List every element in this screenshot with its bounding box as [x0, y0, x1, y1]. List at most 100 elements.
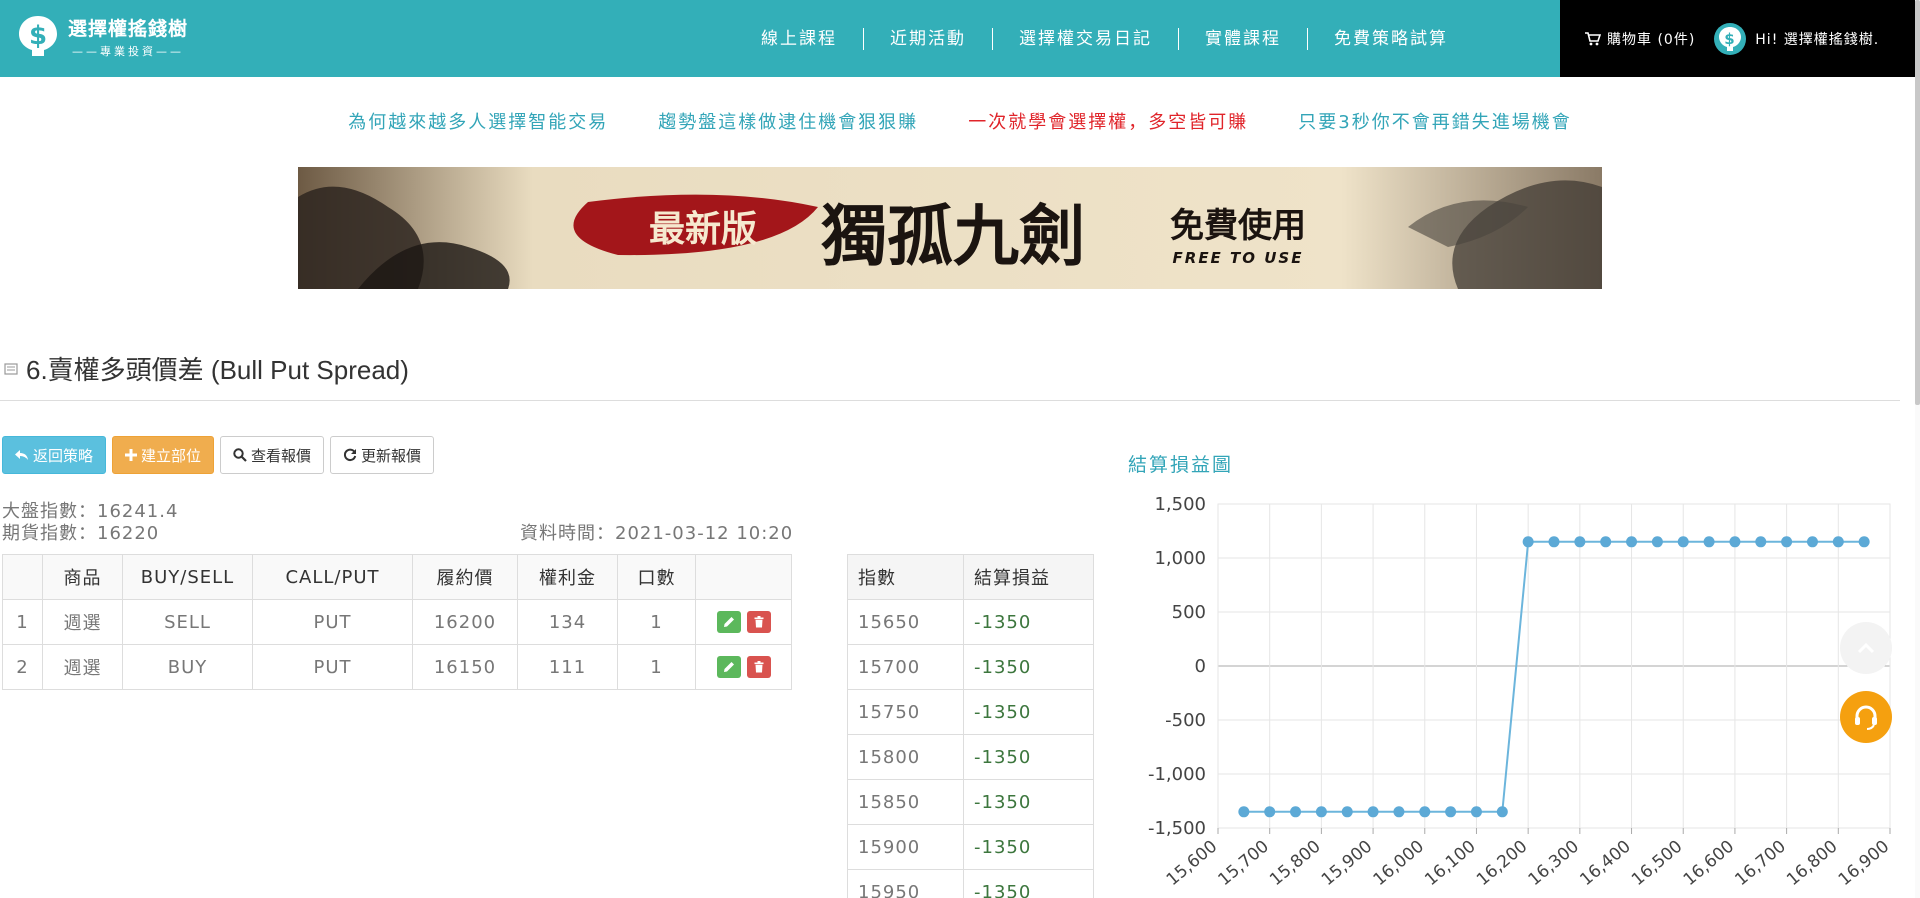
nav-trading-diary[interactable]: 選擇權交易日記	[993, 27, 1179, 50]
promo-banner[interactable]: 最新版 獨孤九劍 免費使用 FREE TO USE	[298, 167, 1602, 289]
customer-service-button[interactable]	[1840, 691, 1892, 743]
promo-link-2[interactable]: 趨勢盤這樣做逮住機會狠狠賺	[658, 108, 918, 134]
pl-data-point[interactable]	[1419, 806, 1431, 818]
delete-row-button[interactable]	[746, 611, 771, 633]
promo-link-4[interactable]: 只要3秒你不會再錯失進場機會	[1298, 108, 1571, 134]
create-position-button[interactable]: 建立部位	[112, 436, 215, 474]
row-index-level: 15650	[847, 599, 964, 645]
delete-row-button[interactable]	[746, 656, 771, 678]
chevron-up-icon	[1857, 642, 1875, 654]
col-strike: 履約價	[412, 554, 518, 600]
promo-link-1[interactable]: 為何越來越多人選擇智能交易	[348, 108, 608, 134]
back-to-top-button[interactable]	[1840, 622, 1892, 674]
row-index-level: 15850	[847, 779, 964, 825]
cart-link[interactable]: 購物車 (0件)	[1585, 29, 1695, 49]
banner-artwork: 最新版 獨孤九劍 免費使用 FREE TO USE	[298, 167, 1602, 289]
promo-link-3[interactable]: 一次就學會選擇權，多空皆可賺	[968, 108, 1248, 134]
col-premium: 權利金	[517, 554, 618, 600]
row-lots: 1	[617, 599, 696, 645]
row-lots: 1	[617, 644, 696, 690]
reply-icon	[15, 450, 28, 460]
document-icon	[4, 362, 18, 375]
pl-data-point[interactable]	[1315, 806, 1327, 818]
col-lots: 口數	[617, 554, 696, 600]
pl-data-point[interactable]	[1238, 806, 1250, 818]
y-tick-label: 1,500	[1154, 494, 1206, 515]
table-row: 2 週選 BUY PUT 16150 111 1	[2, 644, 792, 690]
edit-row-button[interactable]	[716, 656, 741, 678]
nav-online-courses[interactable]: 線上課程	[735, 27, 864, 50]
row-settlement-pl: -1350	[963, 734, 1094, 780]
nav-strategy-calculator[interactable]: 免費策略試算	[1308, 28, 1474, 50]
plus-icon	[125, 449, 138, 461]
view-quote-button[interactable]: 查看報價	[220, 436, 325, 474]
nav-recent-events[interactable]: 近期活動	[864, 27, 993, 50]
x-tick-label: 16,300	[1525, 837, 1583, 891]
row-strike: 16200	[412, 599, 518, 645]
positions-table: 商品 BUY/SELL CALL/PUT 履約價 權利金 口數 1 週選 SEL…	[2, 554, 792, 690]
pl-data-point[interactable]	[1600, 536, 1612, 548]
pl-data-point[interactable]	[1677, 536, 1689, 548]
settlement-table: 指數 結算損益 15650 -1350 15700 -1350 15750 -1350 15…	[847, 554, 1094, 898]
view-quote-label: 查看報價	[251, 447, 312, 465]
pl-data-point[interactable]	[1781, 536, 1793, 548]
trash-icon	[754, 661, 763, 673]
pl-data-point[interactable]	[1755, 536, 1767, 548]
pl-data-point[interactable]	[1496, 806, 1508, 818]
table-row: 15650 -1350	[847, 599, 1094, 645]
pl-data-point[interactable]	[1806, 536, 1818, 548]
row-settlement-pl: -1350	[963, 824, 1094, 870]
x-tick-label: 16,100	[1421, 837, 1479, 891]
pl-data-point[interactable]	[1341, 806, 1353, 818]
pl-data-point[interactable]	[1290, 806, 1302, 818]
avatar: $	[1714, 22, 1747, 55]
pl-data-point[interactable]	[1393, 806, 1405, 818]
x-tick-label: 15,900	[1318, 837, 1376, 891]
row-actions	[695, 644, 792, 690]
row-index-level: 15900	[847, 824, 964, 870]
row-settlement-pl: -1350	[963, 869, 1094, 898]
user-menu[interactable]: $ Hi! 選擇權搖錢樹.	[1713, 22, 1879, 56]
pl-data-point[interactable]	[1445, 806, 1457, 818]
table-row: 15850 -1350	[847, 779, 1094, 825]
trash-icon	[754, 616, 763, 628]
col-actions	[695, 554, 792, 600]
table-row: 15750 -1350	[847, 689, 1094, 735]
refresh-quote-label: 更新報價	[361, 447, 422, 465]
row-actions	[695, 599, 792, 645]
cart-label: 購物車 (0件)	[1607, 31, 1696, 48]
site-logo[interactable]: $ 選擇權搖錢樹 ——專業投資——	[16, 12, 188, 60]
pl-data-point[interactable]	[1729, 536, 1741, 548]
pl-data-point[interactable]	[1858, 536, 1870, 548]
pl-data-point[interactable]	[1470, 806, 1482, 818]
table-header-row: 商品 BUY/SELL CALL/PUT 履約價 權利金 口數	[2, 554, 792, 600]
top-navbar: $ 選擇權搖錢樹 ——專業投資—— 線上課程 近期活動 選擇權交易日記 實體課程…	[0, 0, 1920, 77]
user-greeting: Hi! 選擇權搖錢樹.	[1755, 31, 1880, 48]
pl-data-point[interactable]	[1832, 536, 1844, 548]
pl-data-point[interactable]	[1522, 536, 1534, 548]
main-nav: 線上課程 近期活動 選擇權交易日記 實體課程 免費策略試算	[735, 0, 1474, 77]
svg-text:$: $	[1725, 30, 1736, 48]
x-tick-label: 15,800	[1266, 837, 1324, 891]
refresh-icon	[343, 448, 357, 462]
col-index-level: 指數	[847, 554, 964, 600]
pl-data-point[interactable]	[1367, 806, 1379, 818]
pencil-icon	[723, 617, 734, 627]
pl-data-point[interactable]	[1703, 536, 1715, 548]
page-scrollbar-thumb[interactable]	[1915, 0, 1920, 405]
pl-data-point[interactable]	[1626, 536, 1638, 548]
strategy-title: 6.賣權多頭價差 (Bull Put Spread)	[26, 355, 409, 385]
pl-data-point[interactable]	[1574, 536, 1586, 548]
x-tick-label: 16,200	[1473, 837, 1531, 891]
data-timestamp: 資料時間：2021-03-12 10:20	[520, 523, 794, 544]
pl-data-point[interactable]	[1548, 536, 1560, 548]
pl-data-point[interactable]	[1264, 806, 1276, 818]
refresh-quote-button[interactable]: 更新報價	[330, 436, 435, 474]
pl-data-point[interactable]	[1651, 536, 1663, 548]
edit-row-button[interactable]	[716, 611, 741, 633]
nav-physical-courses[interactable]: 實體課程	[1179, 27, 1308, 50]
account-bar: 購物車 (0件) $ Hi! 選擇權搖錢樹.	[1560, 0, 1920, 77]
row-index-level: 15800	[847, 734, 964, 780]
back-to-strategies-button[interactable]: 返回策略	[2, 436, 107, 474]
promo-links: 為何越來越多人選擇智能交易 趨勢盤這樣做逮住機會狠狠賺 一次就學會選擇權，多空皆…	[0, 108, 1920, 134]
